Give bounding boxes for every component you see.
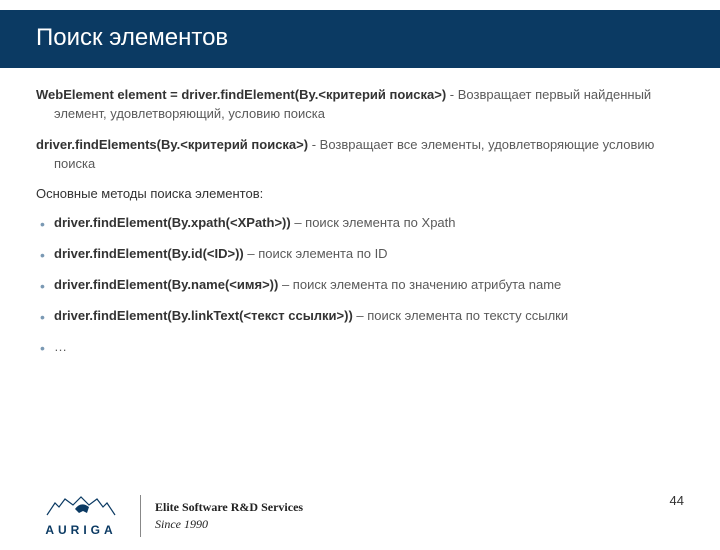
- code-snippet: driver.findElement(By.id(<ID>)): [54, 246, 244, 261]
- list-item: driver.findElement(By.linkText(<текст сс…: [36, 307, 684, 326]
- desc-text: – поиск элемента по значению атрибута na…: [278, 277, 561, 292]
- ellipsis: …: [54, 339, 67, 354]
- logo-mark: AURIGA: [36, 495, 126, 537]
- desc-text: – поиск элемента по тексту ссылки: [353, 308, 568, 323]
- code-snippet: WebElement element = driver.findElement(…: [36, 87, 446, 102]
- horse-icon: [36, 495, 126, 521]
- brand-name: AURIGA: [36, 523, 126, 537]
- brand-logo: AURIGA Elite Software R&D Services Since…: [36, 495, 303, 537]
- brand-tagline: Elite Software R&D Services Since 1990: [155, 499, 303, 533]
- methods-heading: Основные методы поиска элементов:: [36, 185, 684, 204]
- code-snippet: driver.findElements(By.<критерий поиска>…: [36, 137, 308, 152]
- code-snippet: driver.findElement(By.xpath(<XPath>)): [54, 215, 291, 230]
- paragraph-findElements: driver.findElements(By.<критерий поиска>…: [36, 136, 684, 174]
- page-number: 44: [670, 493, 684, 508]
- paragraph-findElement: WebElement element = driver.findElement(…: [36, 86, 684, 124]
- tagline-secondary: Since 1990: [155, 516, 303, 533]
- list-item: …: [36, 338, 684, 357]
- title-bar: Поиск элементов: [0, 10, 720, 68]
- list-item: driver.findElement(By.id(<ID>)) – поиск …: [36, 245, 684, 264]
- tagline-primary: Elite Software R&D Services: [155, 499, 303, 516]
- code-snippet: driver.findElement(By.name(<имя>)): [54, 277, 278, 292]
- list-item: driver.findElement(By.xpath(<XPath>)) – …: [36, 214, 684, 233]
- desc-text: – поиск элемента по ID: [244, 246, 388, 261]
- methods-list: driver.findElement(By.xpath(<XPath>)) – …: [36, 214, 684, 356]
- slide-title: Поиск элементов: [36, 24, 684, 52]
- divider: [140, 495, 141, 537]
- list-item: driver.findElement(By.name(<имя>)) – пои…: [36, 276, 684, 295]
- desc-text: – поиск элемента по Xpath: [291, 215, 456, 230]
- code-snippet: driver.findElement(By.linkText(<текст сс…: [54, 308, 353, 323]
- slide-content: WebElement element = driver.findElement(…: [0, 68, 720, 356]
